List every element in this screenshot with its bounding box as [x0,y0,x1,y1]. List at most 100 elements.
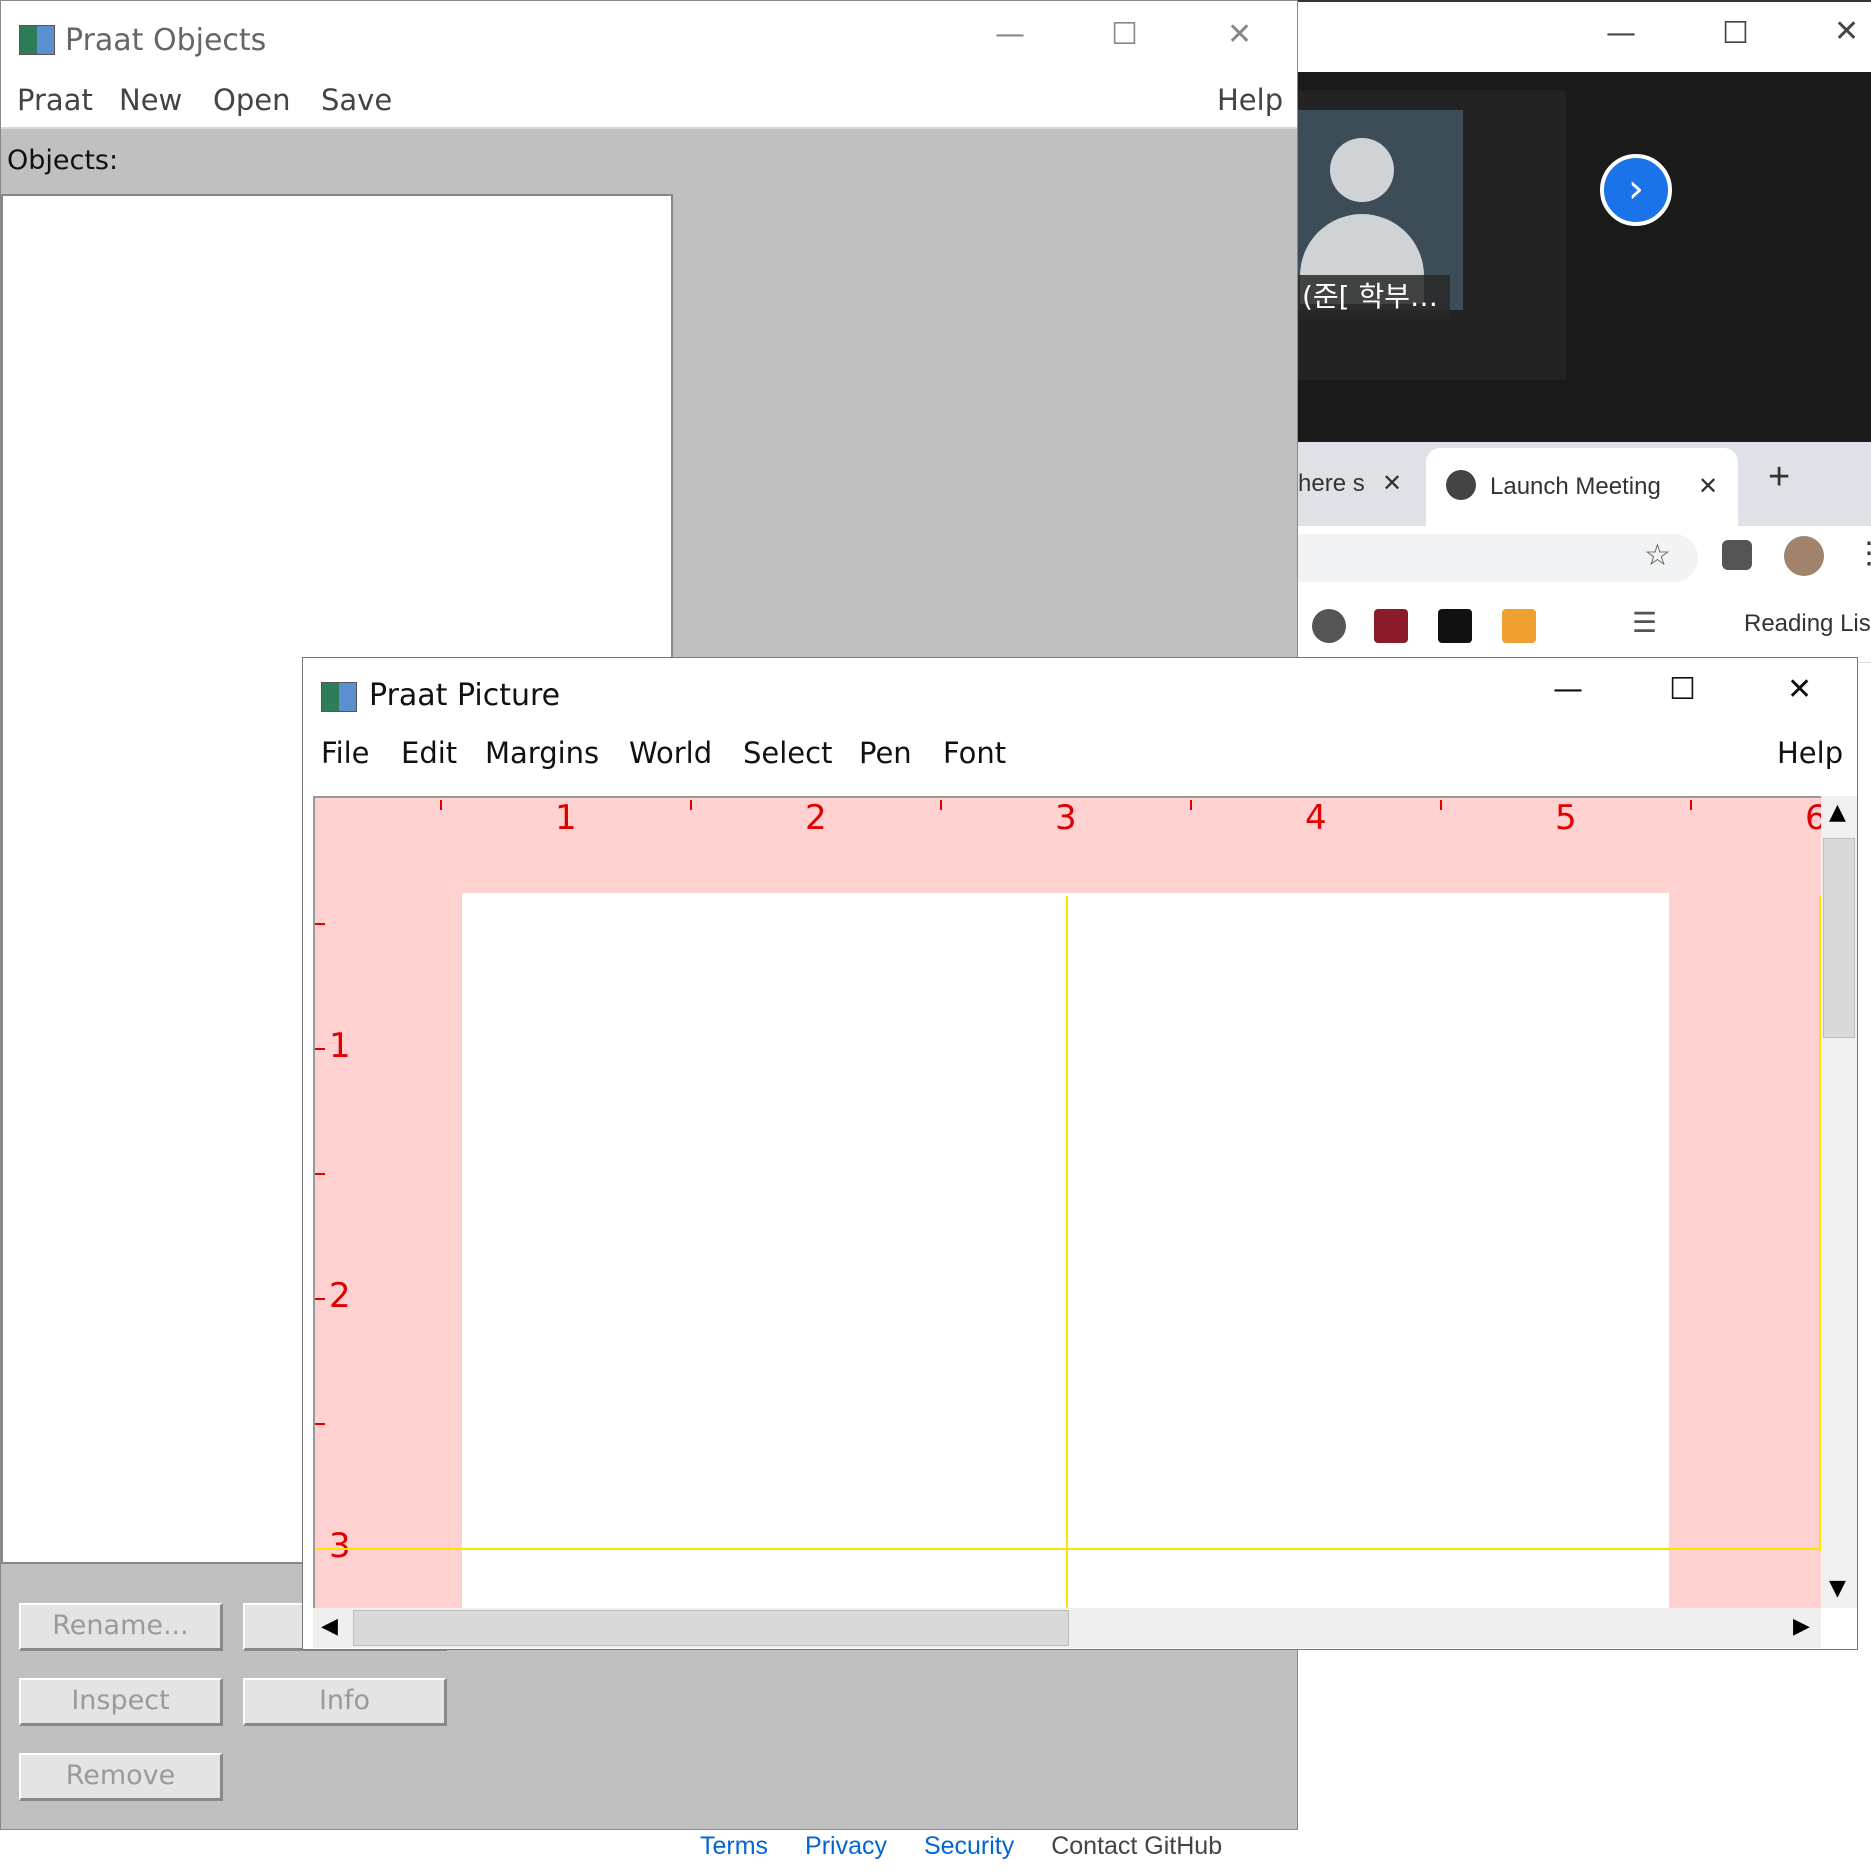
info-button[interactable]: Info [243,1678,447,1726]
ruler-x-label: 1 [555,798,577,838]
maximize-icon[interactable]: ☐ [1111,17,1138,52]
pnet-bookmark-icon[interactable] [1438,609,1472,643]
menu-font[interactable]: Font [943,736,1006,770]
next-page-icon[interactable]: › [1600,154,1672,226]
ruler-tick [1690,800,1692,810]
browser-tabstrip: here s ✕ Launch Meeting ✕ + [1298,442,1871,526]
globe-bookmark-icon[interactable] [1312,609,1346,643]
profile-avatar[interactable] [1784,536,1824,576]
zoom-meeting-area: (준[ 학부… › [1298,72,1871,442]
close-tab-icon[interactable]: ✕ [1698,448,1718,526]
ruler-x-label: 3 [1055,798,1077,838]
ruler-tick [315,1048,325,1050]
minimize-icon[interactable]: — [1553,672,1583,707]
participant-name: (준[ 학부… [1298,275,1450,319]
objects-window-title: Praat Objects [65,23,267,58]
ruler-x-label: 2 [805,798,827,838]
crest-bookmark-icon[interactable] [1374,609,1408,643]
menu-select[interactable]: Select [743,736,832,770]
ruler-x-label: 6 [1805,798,1821,838]
remove-button[interactable]: Remove [19,1753,223,1801]
footer-link-privacy[interactable]: Privacy [805,1832,887,1860]
browser-tab[interactable]: here s ✕ [1298,442,1426,526]
scroll-left-icon[interactable]: ◀ [321,1614,338,1639]
extensions-icon[interactable] [1722,540,1752,570]
browser-tab-active[interactable]: Launch Meeting ✕ [1426,448,1738,526]
ruler-tick [315,1298,325,1300]
menu-save[interactable]: Save [321,83,392,117]
praat-picture-window: Praat Picture — ☐ ✕ File Edit Margins Wo… [302,657,1858,1650]
ruler-tick [315,923,325,925]
vertical-scroll-thumb[interactable] [1823,838,1855,1038]
tab-label: Launch Meeting [1490,473,1661,500]
bookmarks-bar: ☰ Reading Lis [1298,590,1871,663]
close-icon[interactable]: ✕ [1834,14,1859,49]
menu-open[interactable]: Open [213,83,290,117]
close-icon[interactable]: ✕ [1787,672,1812,707]
picture-menubar: File Edit Margins World Select Pen Font … [303,730,1857,780]
praat-app-icon [19,25,55,55]
selection-line-vertical [1066,896,1068,1608]
footer-link-contact[interactable]: Contact GitHub [1051,1832,1222,1860]
ruler-tick [690,800,692,810]
ruler-x-label: 4 [1305,798,1327,838]
footer-link-security[interactable]: Security [924,1832,1014,1860]
ruler-x-label: 5 [1555,798,1577,838]
scroll-down-icon[interactable]: ▼ [1829,1576,1846,1601]
footer-link-terms[interactable]: Terms [700,1832,768,1860]
menu-help[interactable]: Help [1777,736,1843,770]
minimize-icon[interactable]: — [1606,16,1636,51]
selection-line-horizontal [315,1548,1821,1550]
close-tab-icon[interactable]: ✕ [1382,442,1402,526]
menu-pen[interactable]: Pen [859,736,912,770]
ruler-tick [315,1423,325,1425]
ruler-tick [1190,800,1192,810]
menu-edit[interactable]: Edit [401,736,457,770]
objects-titlebar: Praat Objects — ☐ ✕ [1,1,1297,81]
omnibox[interactable]: ☆ [1298,534,1698,582]
rename-button[interactable]: Rename... [19,1603,223,1651]
inspect-button[interactable]: Inspect [19,1678,223,1726]
ruler-tick [940,800,942,810]
ruler-tick [315,1173,325,1175]
menu-file[interactable]: File [321,736,370,770]
reading-list-label[interactable]: Reading Lis [1744,610,1871,638]
ruler-tick [1440,800,1442,810]
horizontal-scroll-thumb[interactable] [353,1610,1069,1646]
picture-window-title: Praat Picture [369,678,561,713]
github-footer: Terms Privacy Security Contact GitHub [700,1832,1222,1861]
ruler-y-label: 2 [329,1276,351,1316]
participant-tile[interactable]: (준[ 학부… [1298,90,1566,380]
menu-praat[interactable]: Praat [17,83,93,117]
ruler-y-label: 1 [329,1026,351,1066]
menu-new[interactable]: New [119,83,182,117]
picture-canvas[interactable]: 1 2 3 4 5 6 1 2 3 [313,796,1821,1608]
objects-menubar: Praat New Open Save Help [1,81,1297,129]
more-menu-icon[interactable]: ⋮ [1854,536,1871,571]
globe-icon [1446,470,1476,500]
praat-app-icon [321,682,357,712]
browser-titlebar: — ☐ ✕ [1298,0,1871,74]
pencil-bookmark-icon[interactable] [1502,609,1536,643]
maximize-icon[interactable]: ☐ [1722,16,1749,51]
tab-label: here s [1298,470,1365,497]
menu-world[interactable]: World [629,736,712,770]
minimize-icon[interactable]: — [995,17,1025,52]
star-icon[interactable]: ☆ [1644,538,1671,573]
close-icon[interactable]: ✕ [1227,17,1252,52]
menu-help[interactable]: Help [1217,83,1283,117]
scroll-up-icon[interactable]: ▲ [1829,800,1846,825]
picture-titlebar: Praat Picture — ☐ ✕ [303,658,1857,730]
ruler-tick [440,800,442,810]
objects-label: Objects: [7,145,119,176]
new-tab-button[interactable]: + [1768,456,1790,499]
reading-list-icon[interactable]: ☰ [1632,606,1657,639]
avatar-head-icon [1330,138,1394,202]
ruler-y-label: 3 [329,1526,351,1566]
maximize-icon[interactable]: ☐ [1669,672,1696,707]
horizontal-scrollbar[interactable]: ◀ ▶ [313,1608,1821,1648]
vertical-scrollbar[interactable]: ▲ ▼ [1821,796,1857,1608]
address-bar: ☆ ⋮ [1298,526,1871,590]
menu-margins[interactable]: Margins [485,736,599,770]
scroll-right-icon[interactable]: ▶ [1793,1614,1810,1639]
